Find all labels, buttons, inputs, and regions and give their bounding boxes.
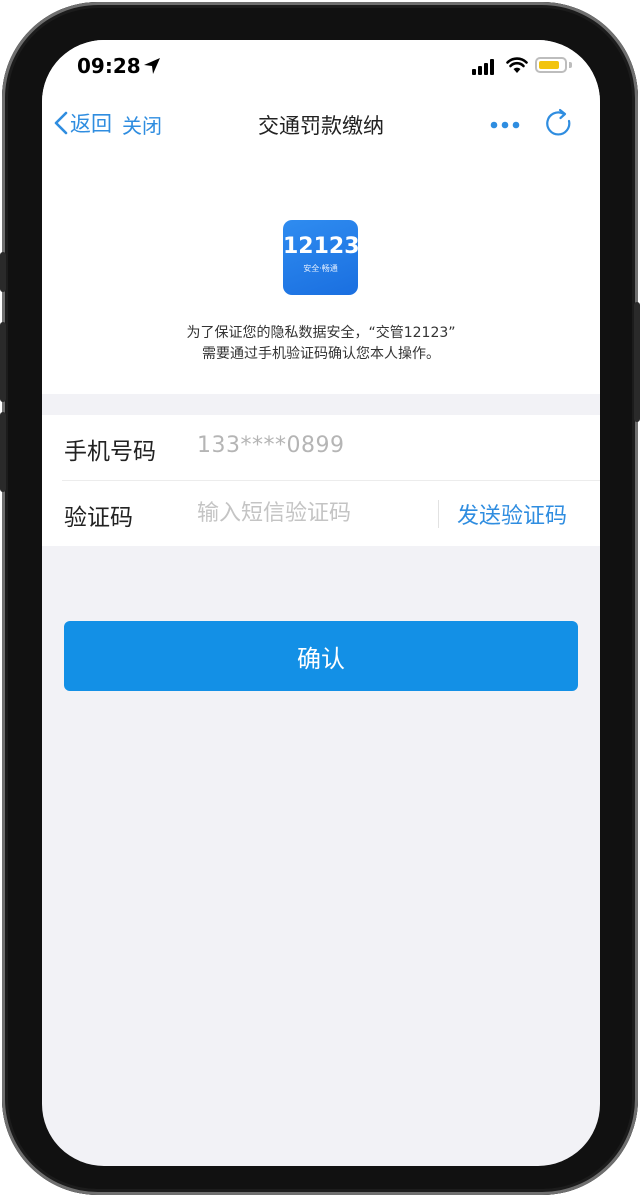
- more-dots-icon[interactable]: [490, 120, 520, 130]
- side-button: [0, 322, 6, 402]
- privacy-notice: 为了保证您的隐私数据安全，“交管12123” 需要通过手机验证码确认您本人操作。: [42, 323, 600, 365]
- code-row: 验证码 发送验证码: [42, 481, 600, 546]
- side-button: [634, 302, 640, 422]
- battery-icon: [535, 57, 567, 73]
- phone-row: 手机号码 133****0899: [42, 415, 600, 480]
- screen: 09:28 返回 关闭 交通罚款缴纳 12123 安全·畅通 为了保证您的隐私数…: [42, 40, 600, 1166]
- verification-header: 12123 安全·畅通 为了保证您的隐私数据安全，“交管12123” 需要通过手…: [42, 154, 600, 394]
- side-button: [0, 252, 6, 292]
- app-logo: 12123 安全·畅通: [283, 220, 360, 295]
- send-divider: [438, 500, 439, 528]
- battery-cap: [569, 62, 572, 68]
- status-bar: 09:28: [42, 40, 600, 98]
- phone-number-value: 133****0899: [197, 433, 345, 458]
- wifi-icon: [506, 57, 528, 73]
- confirm-button[interactable]: 确认: [64, 621, 578, 691]
- phone-label: 手机号码: [64, 439, 156, 465]
- refresh-icon[interactable]: [543, 108, 575, 140]
- send-code-button[interactable]: 发送验证码: [457, 498, 567, 530]
- cellular-signal-icon: [472, 59, 494, 75]
- logo-slogan: 安全·畅通: [303, 264, 338, 273]
- side-button: [0, 412, 6, 492]
- location-arrow-icon: [144, 58, 160, 74]
- phone-frame: 09:28 返回 关闭 交通罚款缴纳 12123 安全·畅通 为了保证您的隐私数…: [0, 2, 640, 1195]
- notice-line: 为了保证您的隐私数据安全，“交管12123”: [186, 325, 456, 341]
- battery-level: [539, 61, 560, 69]
- verification-form: 手机号码 133****0899 验证码 发送验证码: [42, 415, 600, 546]
- code-label: 验证码: [64, 505, 133, 531]
- notice-line: 需要通过手机验证码确认您本人操作。: [202, 346, 440, 362]
- navigation-bar: 返回 关闭 交通罚款缴纳: [42, 98, 600, 154]
- status-time: 09:28: [77, 54, 141, 78]
- sms-code-input[interactable]: [197, 495, 422, 531]
- logo-number: 12123: [283, 234, 360, 259]
